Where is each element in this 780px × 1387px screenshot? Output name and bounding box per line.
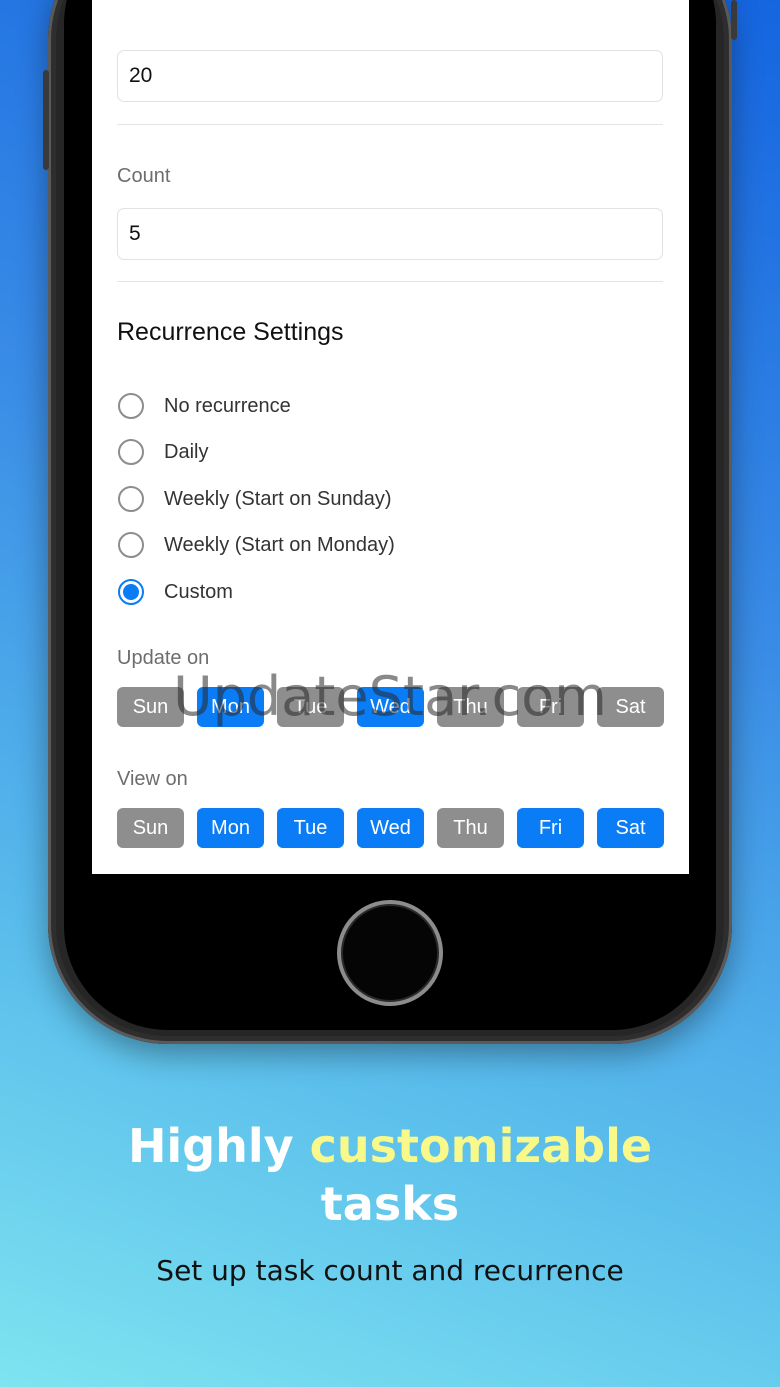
update-day-sat[interactable]: Sat [597, 687, 664, 727]
headline-text: Highly [127, 1119, 310, 1173]
view-on-label: View on [117, 768, 188, 790]
update-on-days: Sun Mon Tue Wed Thu Fri Sat [117, 687, 664, 727]
headline-highlight: customizable [309, 1119, 653, 1173]
update-day-mon[interactable]: Mon [197, 687, 264, 727]
update-day-tue[interactable]: Tue [277, 687, 344, 727]
promo-headline: Highly customizable tasks [0, 1117, 780, 1233]
radio-label: Weekly (Start on Monday) [164, 533, 395, 556]
headline-text-line2: tasks [320, 1177, 460, 1231]
radio-option-weekly-sunday[interactable]: Weekly (Start on Sunday) [118, 484, 392, 514]
number-field[interactable]: 20 [117, 50, 663, 102]
update-day-fri[interactable]: Fri [517, 687, 584, 727]
count-field[interactable]: 5 [117, 208, 663, 260]
view-day-wed[interactable]: Wed [357, 808, 424, 848]
radio-label: No recurrence [164, 394, 291, 417]
app-screen: 20 Count 5 Recurrence Settings No recurr… [92, 0, 689, 874]
radio-label: Daily [164, 440, 209, 463]
promo-subline: Set up task count and recurrence [156, 1254, 624, 1287]
view-day-fri[interactable]: Fri [517, 808, 584, 848]
view-day-sat[interactable]: Sat [597, 808, 664, 848]
update-day-thu[interactable]: Thu [437, 687, 504, 727]
radio-button[interactable] [118, 439, 144, 465]
divider [117, 124, 663, 125]
radio-label: Weekly (Start on Sunday) [164, 487, 392, 510]
radio-option-weekly-monday[interactable]: Weekly (Start on Monday) [118, 530, 395, 560]
radio-button[interactable] [118, 486, 144, 512]
update-day-wed[interactable]: Wed [357, 687, 424, 727]
radio-button-selected[interactable] [118, 579, 144, 605]
radio-option-daily[interactable]: Daily [118, 437, 208, 467]
view-day-tue[interactable]: Tue [277, 808, 344, 848]
view-on-days: Sun Mon Tue Wed Thu Fri Sat [117, 808, 664, 848]
side-button-right [731, 0, 737, 40]
home-button[interactable] [337, 900, 443, 1006]
view-day-thu[interactable]: Thu [437, 808, 504, 848]
update-on-label: Update on [117, 647, 210, 669]
radio-option-custom[interactable]: Custom [118, 577, 233, 607]
update-day-sun[interactable]: Sun [117, 687, 184, 727]
side-button-left [43, 70, 49, 170]
recurrence-settings-title: Recurrence Settings [117, 318, 344, 346]
count-label: Count [117, 165, 171, 187]
view-day-sun[interactable]: Sun [117, 808, 184, 848]
radio-button[interactable] [118, 393, 144, 419]
divider [117, 281, 663, 282]
radio-option-no-recurrence[interactable]: No recurrence [118, 391, 291, 421]
radio-label: Custom [164, 580, 233, 603]
view-day-mon[interactable]: Mon [197, 808, 264, 848]
radio-button[interactable] [118, 532, 144, 558]
